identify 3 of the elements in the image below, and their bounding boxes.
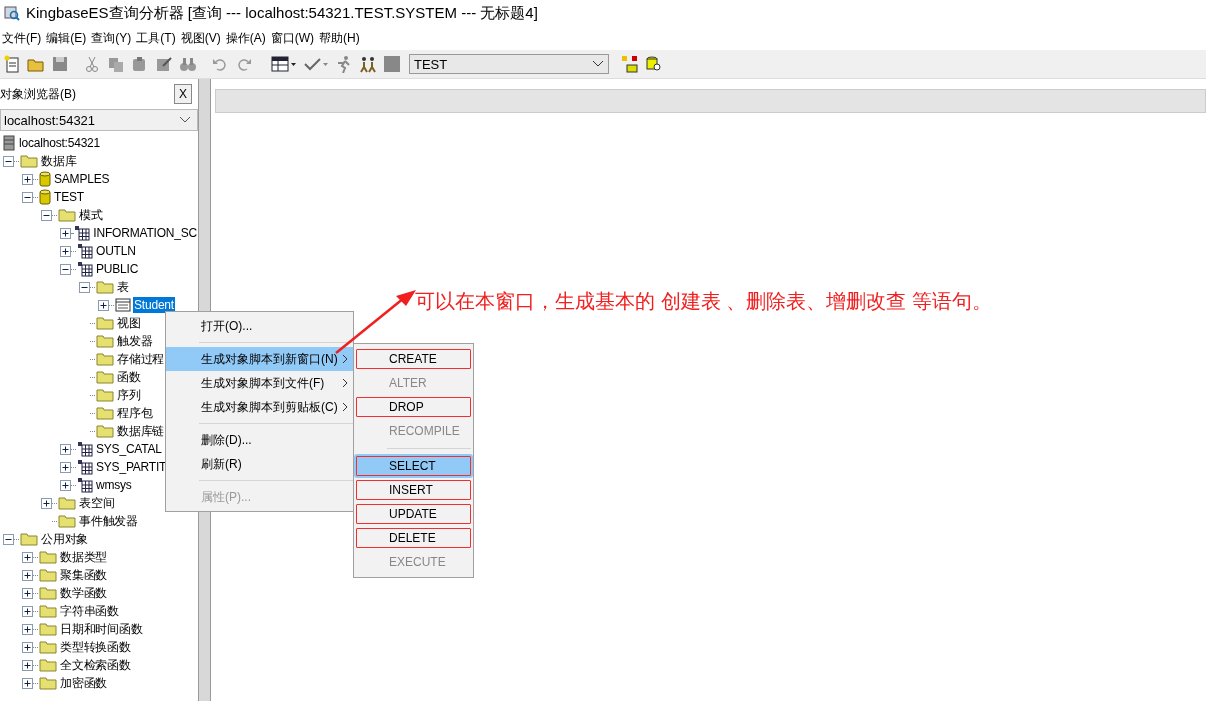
panel-title: 对象浏览器(B)	[0, 85, 76, 103]
window-title: KingbaseES查询分析器 [查询 --- localhost:54321.TEST.SYSTEM --- 无标题4]	[26, 3, 538, 23]
annotation-text: 可以在本窗口，生成基本的 创建表 、删除表、增删改查 等语句。	[415, 289, 992, 314]
